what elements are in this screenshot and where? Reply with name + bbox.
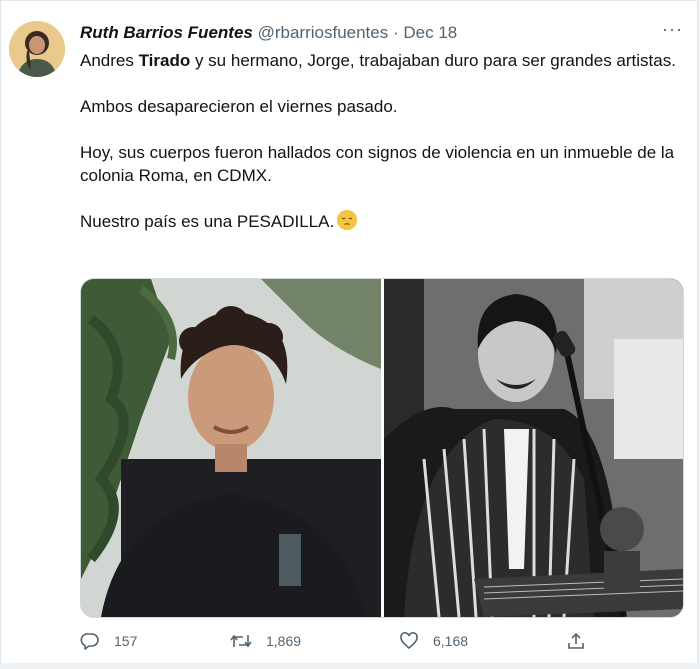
avatar[interactable] bbox=[9, 21, 65, 77]
avatar-image bbox=[9, 21, 65, 77]
tweet-actions: 157 1,869 6,168 bbox=[80, 631, 680, 657]
text-segment: y su hermano, Jorge, trabajaban duro par… bbox=[190, 51, 676, 70]
more-options-icon[interactable]: ··· bbox=[662, 19, 683, 40]
share-button[interactable] bbox=[566, 631, 600, 651]
pensive-face-icon bbox=[337, 210, 358, 230]
text-bold-segment: Tirado bbox=[138, 51, 191, 70]
photo-2-image bbox=[384, 279, 683, 617]
photo-1-image bbox=[81, 279, 381, 617]
header-separator: · bbox=[392, 23, 399, 42]
photo-man-guitar-microphone[interactable] bbox=[384, 279, 683, 617]
like-button[interactable]: 6,168 bbox=[399, 631, 468, 651]
share-icon bbox=[568, 632, 584, 649]
author-handle[interactable]: @rbarriosfuentes bbox=[258, 23, 389, 42]
author-name[interactable]: Ruth Barrios Fuentes bbox=[80, 23, 253, 42]
tweet-paragraph-2: Ambos desaparecieron el viernes pasado. bbox=[80, 97, 398, 116]
tweet-paragraph-1: Andres Tirado y su hermano, Jorge, traba… bbox=[80, 49, 680, 72]
retweet-icon bbox=[230, 634, 252, 648]
like-count: 6,168 bbox=[433, 633, 469, 649]
photo-young-man-curly-hair[interactable] bbox=[81, 279, 381, 617]
tweet-paragraph-3: Hoy, sus cuerpos fueron hallados con sig… bbox=[80, 143, 675, 185]
page-bottom-border bbox=[0, 663, 700, 669]
text-segment: Nuestro país es una PESADILLA. bbox=[80, 212, 335, 231]
tweet-text: Andres Tirado y su hermano, Jorge, traba… bbox=[80, 49, 680, 256]
tweet-header: Ruth Barrios Fuentes @rbarriosfuentes · … bbox=[80, 23, 457, 43]
reply-button[interactable]: 157 bbox=[80, 631, 137, 651]
heart-icon bbox=[400, 632, 418, 650]
text-segment: Andres bbox=[80, 51, 139, 70]
tweet-date[interactable]: Dec 18 bbox=[403, 23, 457, 42]
tweet-media-grid bbox=[80, 278, 684, 618]
reply-count: 157 bbox=[114, 633, 138, 649]
reply-icon bbox=[80, 633, 99, 650]
tweet-card: Ruth Barrios Fuentes @rbarriosfuentes · … bbox=[0, 0, 698, 664]
tweet-paragraph-4: Nuestro país es una PESADILLA. bbox=[80, 210, 680, 233]
retweet-count: 1,869 bbox=[266, 633, 302, 649]
retweet-button[interactable]: 1,869 bbox=[230, 631, 301, 651]
